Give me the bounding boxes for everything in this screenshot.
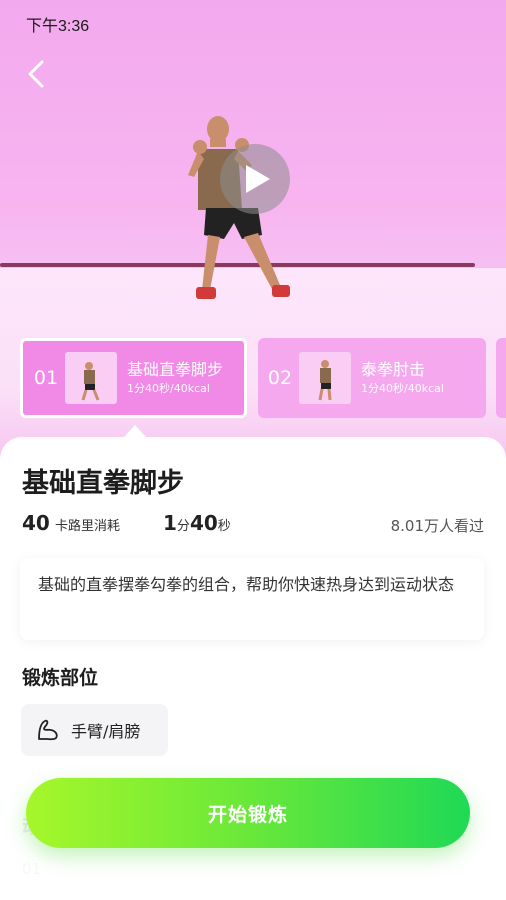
exercise-card-01[interactable]: 01 基础直拳脚步 1分40秒/40kcal (20, 338, 247, 418)
card-meta: 1分40秒/40kcal (361, 382, 444, 395)
calories-stat: 40 卡路里消耗 (22, 511, 120, 535)
active-card-pointer (124, 425, 146, 437)
play-icon (246, 165, 270, 193)
exercise-description: 基础的直拳摆拳勾拳的组合，帮助你快速热身达到运动状态 (20, 558, 484, 640)
card-title: 基础直拳脚步 (127, 360, 224, 379)
duration-seconds: 40 (189, 511, 218, 535)
chevron-left-icon (28, 60, 44, 88)
body-part-heading: 锻炼部位 (22, 667, 99, 689)
exercise-card-02[interactable]: 02 泰拳肘击 1分40秒/40kcal (258, 338, 486, 418)
card-thumbnail (299, 352, 351, 404)
view-count: 8.01万人看过 (390, 517, 484, 535)
card-meta: 1分40秒/40kcal (127, 382, 210, 395)
card-number: 01 (33, 367, 59, 389)
calories-label: 卡路里消耗 (54, 519, 120, 534)
duration-seconds-unit: 秒 (217, 519, 231, 534)
start-workout-button[interactable]: 开始锻炼 (26, 778, 470, 848)
arm-muscle-icon (38, 719, 58, 741)
status-time: 下午3:36 (26, 18, 90, 35)
exercise-card-list: 01 基础直拳脚步 1分40秒/40kcal 02 泰拳肘击 1分40秒/40k… (0, 338, 506, 418)
card-title: 泰拳肘击 (361, 360, 426, 379)
exercise-card-next-peek[interactable] (496, 338, 506, 418)
duration-minutes: 1 (163, 511, 177, 535)
duration-stat: 1分40秒 (163, 511, 231, 535)
card-number: 02 (267, 367, 293, 389)
card-thumbnail (65, 352, 117, 404)
body-part-label: 手臂/肩膀 (71, 722, 141, 741)
body-part-tag: 手臂/肩膀 (21, 704, 168, 756)
duration-minutes-unit: 分 (176, 519, 190, 534)
calories-value: 40 (22, 511, 50, 535)
exercise-title: 基础直拳脚步 (22, 468, 184, 499)
play-button[interactable] (220, 144, 290, 214)
back-button[interactable] (22, 58, 54, 90)
